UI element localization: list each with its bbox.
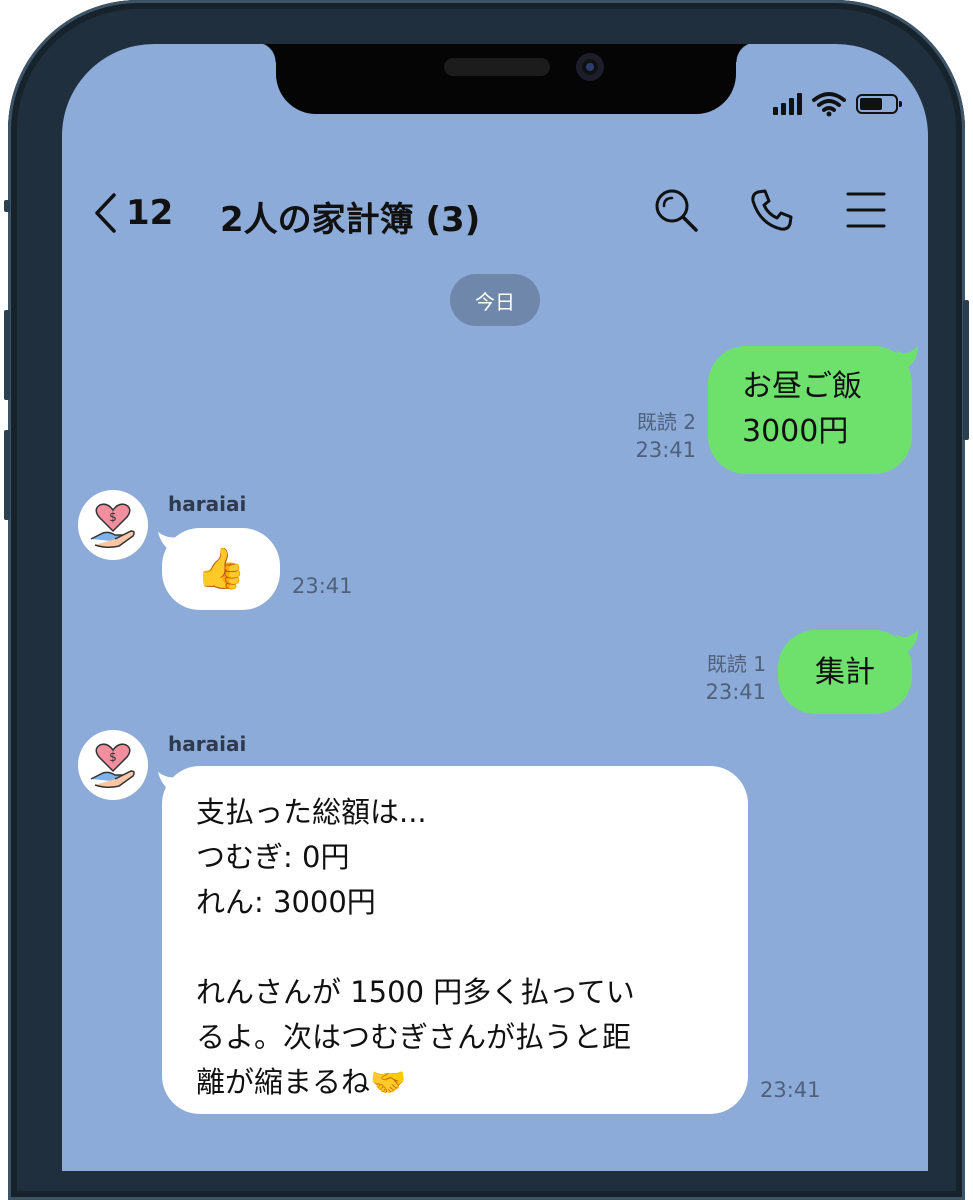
signal-icon xyxy=(773,93,802,115)
back-button[interactable]: 12 xyxy=(92,192,173,234)
search-icon[interactable] xyxy=(652,186,700,234)
read-receipt: 既読 2 23:41 xyxy=(582,408,696,464)
bot-message-bubble[interactable]: 支払った総額は... つむぎ: 0円 れん: 3000円 れんさんが 1500 … xyxy=(162,766,748,1114)
notch xyxy=(256,44,756,114)
power-button xyxy=(963,300,969,440)
sender-name: haraiai xyxy=(168,732,247,756)
back-chevron-icon xyxy=(95,193,116,233)
unread-count: 12 xyxy=(126,193,174,233)
volume-up-button xyxy=(4,310,10,400)
battery-icon xyxy=(856,94,902,114)
chat-header: 12 2人の家計簿 (3) xyxy=(62,184,928,240)
message-line: お昼ご飯 xyxy=(742,369,862,404)
message-line: つむぎ: 0円 xyxy=(196,840,350,874)
my-message-bubble[interactable]: お昼ご飯 3000円 xyxy=(708,346,912,474)
message-line: るよ。次はつむぎさんが払うと距 xyxy=(196,1020,632,1054)
date-divider: 今日 xyxy=(450,274,540,326)
message-line: 離が縮まるね🤝 xyxy=(196,1065,407,1099)
wifi-icon xyxy=(812,92,846,117)
status-bar xyxy=(773,92,902,117)
message-line: 集計 xyxy=(815,654,875,690)
my-message-bubble[interactable]: 集計 xyxy=(778,630,912,714)
message-line xyxy=(196,925,748,970)
message-time: 23:41 xyxy=(292,574,353,598)
bot-avatar[interactable]: $ xyxy=(78,730,148,800)
read-status: 既読 2 xyxy=(636,410,696,434)
speaker xyxy=(444,58,550,76)
read-status: 既読 1 xyxy=(706,652,766,676)
message-time: 23:41 xyxy=(635,438,696,462)
bubble-tail xyxy=(896,346,918,370)
message-time: 23:41 xyxy=(705,680,766,704)
haraiai-avatar-icon: $ xyxy=(90,743,135,789)
volume-down-button xyxy=(4,430,10,520)
haraiai-avatar-icon: $ xyxy=(90,503,135,549)
bot-message-bubble[interactable]: 👍 xyxy=(162,528,280,610)
bot-avatar[interactable]: $ xyxy=(78,490,148,560)
thumbs-up-emoji: 👍 xyxy=(196,546,246,592)
phone-icon[interactable] xyxy=(748,186,796,234)
sender-name: haraiai xyxy=(168,492,247,516)
phone-frame: 12 2人の家計簿 (3) 今日 既読 2 23:41 お昼ご飯 3000円 $… xyxy=(4,0,969,1200)
message-line: 3000円 xyxy=(742,414,849,449)
bubble-tail xyxy=(896,630,918,654)
svg-text:$: $ xyxy=(109,750,117,764)
chat-screen: 12 2人の家計簿 (3) 今日 既読 2 23:41 お昼ご飯 3000円 $… xyxy=(62,44,928,1171)
side-button xyxy=(4,200,10,212)
svg-text:$: $ xyxy=(109,510,117,524)
message-line: 支払った総額は... xyxy=(196,795,427,829)
menu-icon[interactable] xyxy=(842,186,890,234)
chat-title: 2人の家計簿 (3) xyxy=(220,200,481,240)
camera xyxy=(576,53,604,81)
read-receipt: 既読 1 23:41 xyxy=(662,650,766,706)
message-line: れん: 3000円 xyxy=(196,885,376,919)
message-time: 23:41 xyxy=(760,1078,821,1102)
message-line: れんさんが 1500 円多く払ってい xyxy=(196,975,635,1009)
